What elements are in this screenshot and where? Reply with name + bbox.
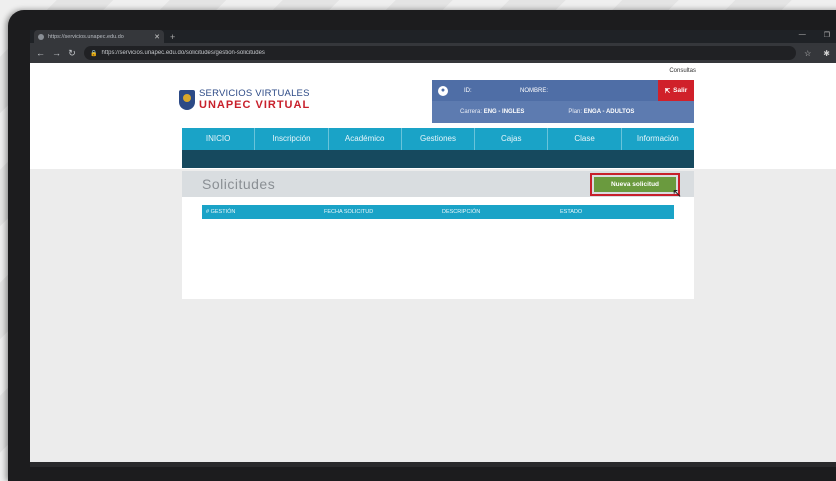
new-request-button[interactable]: Nueva solicitud [594,177,676,192]
web-page: Consultas SERVICIOS VIRTUALES UNAPEC VIR… [30,63,836,462]
menu-item-gestiones[interactable]: Gestiones [402,128,476,150]
lock-icon: 🔒 [90,50,98,57]
url-text: https://servicios.unapec.edu.do/solicitu… [101,50,265,56]
logo-line2: UNAPEC VIRTUAL [199,99,311,111]
mouse-cursor-icon: ↖ [671,186,682,200]
menu-item-clase[interactable]: Clase [548,128,622,150]
browser-toolbar: ← → ↻ 🔒 https://servicios.unapec.edu.do/… [30,43,836,63]
logout-icon: ⇱ [664,87,671,95]
column-header-descripcion[interactable]: DESCRIPCIÓN [438,209,556,215]
menu-item-inicio[interactable]: INICIO [182,128,256,150]
back-icon[interactable]: ← [36,48,45,58]
card-header: Solicitudes Nueva solicitud ↖ [182,171,694,200]
close-tab-icon[interactable]: ✕ [154,33,160,41]
consultas-link[interactable]: Consultas [669,68,696,74]
user-icon: ● [438,85,448,96]
carrera-value: ENG - INGLES [483,109,525,115]
user-info-bottom: Carrera: ENG - INGLES Plan: ENGA - ADULT… [432,101,694,123]
logo-text: SERVICIOS VIRTUALES UNAPEC VIRTUAL [199,88,310,111]
column-header-fecha[interactable]: FECHA SOLICITUD [320,209,438,215]
table-header: # GESTIÓN FECHA SOLICITUD DESCRIPCIÓN ES… [202,205,674,219]
menu-item-informacion[interactable]: Información [622,128,694,150]
minimize-icon[interactable]: — [799,31,806,39]
plan-info: Plan: ENGA - ADULTOS [568,109,634,115]
maximize-icon[interactable]: ❐ [824,31,830,39]
menu-item-cajas[interactable]: Cajas [475,128,549,150]
toolbar-right: ☆ ✱ [804,49,830,58]
reload-icon[interactable]: ↻ [68,48,76,59]
main-menu: INICIO Inscripción Académico Gestiones C… [182,128,694,150]
window-controls: — ❐ [799,31,830,39]
star-icon[interactable]: ☆ [804,49,811,58]
logout-label: Salir [673,87,688,94]
submenu-bar [182,150,694,168]
carrera-label: Carrera: [460,109,483,115]
shield-icon [179,89,195,110]
new-tab-icon[interactable]: + [170,32,175,42]
column-header-gestion[interactable]: # GESTIÓN [202,209,320,215]
tab-title: https://servicios.unapec.edu.do [48,33,124,40]
carrera-info: Carrera: ENG - INGLES [460,109,524,115]
id-label: ID: [464,87,472,94]
highlight-frame: Nueva solicitud [590,173,680,196]
browser-tab[interactable]: https://servicios.unapec.edu.do ✕ [34,30,164,43]
favicon-icon [38,33,44,40]
logout-button[interactable]: ⇱ Salir [658,80,694,101]
plan-value: ENGA - ADULTOS [583,109,635,115]
user-info-top: ● ID: NOMBRE: ⇱ Salir [432,80,694,101]
name-label: NOMBRE: [520,87,549,94]
laptop-screen: https://servicios.unapec.edu.do ✕ + — ❐ … [30,30,836,462]
menu-item-academico[interactable]: Académico [329,128,402,150]
forward-icon[interactable]: → [52,48,61,58]
page-title: Solicitudes [202,176,276,192]
unapec-logo[interactable]: SERVICIOS VIRTUALES UNAPEC VIRTUAL [179,88,310,111]
browser-tabbar: https://servicios.unapec.edu.do ✕ + — ❐ [30,30,836,43]
menu-item-inscripcion[interactable]: Inscripción [255,128,329,150]
plan-label: Plan: [568,109,583,115]
logo-line1: SERVICIOS VIRTUALES [199,88,310,99]
solicitudes-card: Solicitudes Nueva solicitud ↖ # GESTIÓN … [182,171,694,299]
user-info-box: ● ID: NOMBRE: ⇱ Salir Carrera: ENG - ING… [432,80,694,123]
address-bar[interactable]: 🔒 https://servicios.unapec.edu.do/solici… [84,46,797,60]
column-header-estado[interactable]: ESTADO [556,209,674,215]
extensions-icon[interactable]: ✱ [823,49,830,58]
